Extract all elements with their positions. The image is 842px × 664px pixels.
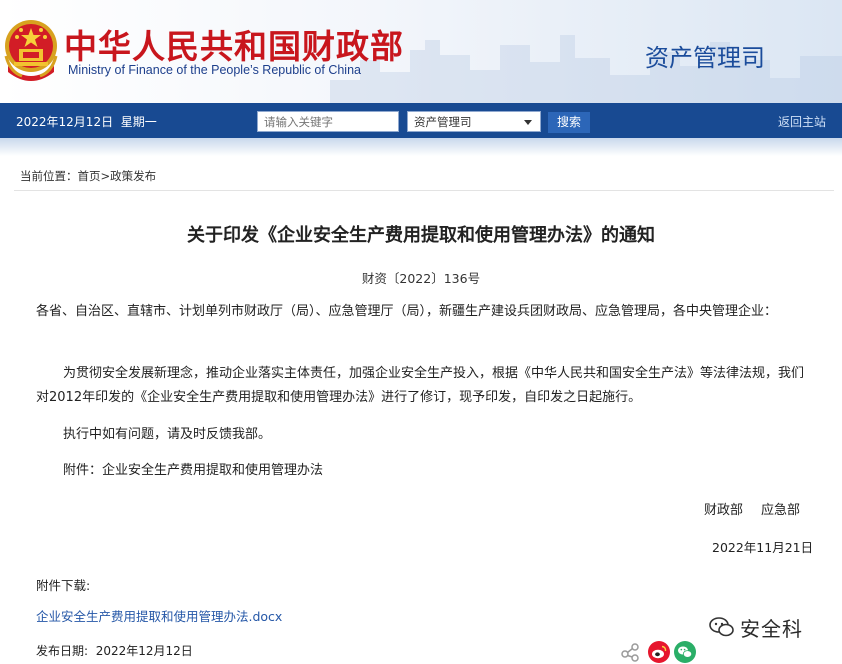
nav-shadow	[0, 138, 842, 156]
signer-ministry-finance: 财政部	[704, 503, 744, 518]
chevron-down-icon	[524, 120, 532, 125]
watermark-text: 安全科	[740, 616, 803, 641]
attachment-download-link[interactable]: 企业安全生产费用提取和使用管理办法.docx	[36, 606, 282, 625]
share-link-icon[interactable]	[620, 642, 640, 662]
search-input[interactable]	[257, 111, 399, 132]
skyline-decoration	[330, 35, 842, 103]
document-number: 财资〔2022〕136号	[361, 271, 481, 286]
issuing-authorities: 财政部 应急部	[704, 499, 800, 518]
search-button[interactable]: 搜索	[548, 112, 590, 133]
wechat-official-account-icon	[709, 617, 734, 637]
site-title-english: Ministry of Finance of the People’s Repu…	[68, 63, 361, 77]
weibo-icon[interactable]	[648, 641, 670, 663]
breadcrumb-separator: >	[100, 169, 111, 183]
wechat-icon[interactable]	[674, 641, 696, 663]
publish-date-value: 2022年12月12日	[95, 644, 193, 658]
national-emblem-icon	[4, 20, 58, 81]
wechat-account-watermark: 安全科	[708, 612, 803, 642]
breadcrumb: 当前位置：首页>政策发布	[20, 168, 156, 184]
article-salutation: 各省、自治区、直辖市、计划单列市财政厅（局）、应急管理厅（局），新疆生产建设兵团…	[36, 304, 778, 319]
return-home-link[interactable]: 返回主站	[778, 113, 826, 130]
site-header: 中华人民共和国财政部 Ministry of Finance of the Pe…	[0, 0, 842, 103]
weekday-text: 星期一	[120, 115, 157, 129]
publish-date-label: 发布日期:	[36, 644, 89, 658]
breadcrumb-prefix: 当前位置：	[20, 169, 78, 183]
site-title-chinese: 中华人民共和国财政部	[64, 27, 404, 66]
signer-ministry-emergency: 应急部	[761, 503, 801, 518]
breadcrumb-divider	[14, 190, 834, 191]
breadcrumb-section-link[interactable]: 政策发布	[110, 169, 156, 183]
date-text: 2022年12月12日	[16, 115, 114, 129]
department-select[interactable]: 资产管理司	[407, 111, 541, 132]
current-date: 2022年12月12日 星期一	[16, 113, 157, 130]
article-attachment-note: 附件：企业安全生产费用提取和使用管理办法	[63, 463, 324, 478]
signing-date: 2022年11月21日	[712, 540, 814, 555]
article-title: 关于印发《企业安全生产费用提取和使用管理办法》的通知	[187, 225, 655, 246]
department-name: 资产管理司	[645, 44, 765, 72]
publish-date: 发布日期: 2022年12月12日	[36, 642, 193, 659]
department-select-value: 资产管理司	[414, 115, 472, 129]
breadcrumb-home-link[interactable]: 首页	[78, 169, 101, 183]
download-label: 附件下载:	[36, 578, 91, 593]
top-nav-bar: 2022年12月12日 星期一 资产管理司 搜索 返回主站	[0, 103, 842, 138]
article-body-paragraph: 为贯彻安全发展新理念，推动企业落实主体责任，加强企业安全生产投入，根据《中华人民…	[36, 366, 805, 405]
article-feedback-paragraph: 执行中如有问题，请及时反馈我部。	[63, 427, 272, 442]
